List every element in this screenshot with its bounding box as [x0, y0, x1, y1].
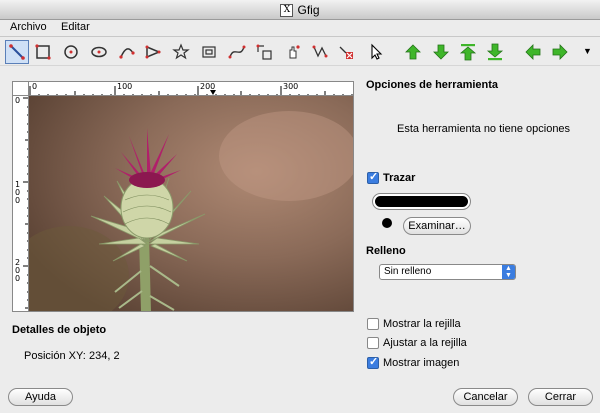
rectangle-icon: [35, 44, 51, 60]
thistle-image: [29, 96, 353, 311]
bezier-icon: [228, 45, 246, 59]
help-button[interactable]: Ayuda: [8, 388, 73, 406]
fill-select[interactable]: Sin relleno ▲ ▼: [379, 264, 516, 280]
raise-to-top-icon: [459, 44, 477, 61]
move-point-tool-button[interactable]: [281, 40, 305, 64]
rectangle-tool-button[interactable]: [31, 40, 55, 64]
select-arrows-icon: ▲ ▼: [502, 265, 515, 279]
stroke-label: Trazar: [383, 172, 416, 184]
ellipse-tool-button[interactable]: [87, 40, 111, 64]
copy-object-icon: [312, 45, 328, 58]
move-object-icon: [256, 44, 272, 60]
bezier-tool-button[interactable]: [225, 40, 249, 64]
x-icon: X: [280, 3, 294, 17]
lower-to-bottom-button[interactable]: [483, 40, 507, 64]
line-icon: [9, 44, 25, 60]
close-button[interactable]: Cerrar: [528, 388, 593, 406]
fill-title: Relleno: [366, 245, 406, 257]
fill-select-value: Sin relleno: [384, 266, 432, 277]
next-icon: [552, 44, 568, 60]
snap-grid-label: Ajustar a la rejilla: [383, 337, 467, 349]
vertical-ruler: 0 1 0 0 2 0 0: [12, 96, 29, 312]
polygon-tool-button[interactable]: [141, 40, 165, 64]
ellipse-icon: [91, 46, 107, 58]
arc-tool-button[interactable]: [115, 40, 139, 64]
show-grid-label: Mostrar la rejilla: [383, 318, 461, 330]
previous-button[interactable]: [521, 40, 545, 64]
star-icon: [172, 43, 190, 60]
spiral-tool-button[interactable]: [197, 40, 221, 64]
stroke-color-fill: [375, 196, 468, 207]
position-value: 234, 2: [89, 350, 120, 362]
lower-button[interactable]: [429, 40, 453, 64]
toolbar: ▼: [0, 38, 600, 66]
ruler-label: 0: [15, 96, 21, 105]
menubar: Archivo Editar: [0, 20, 600, 37]
move-object-tool-button[interactable]: [253, 40, 277, 64]
no-options-text: Esta herramienta no tiene opciones: [397, 123, 571, 135]
ruler-label: 0: [32, 82, 38, 91]
line-tool-button[interactable]: [5, 40, 29, 64]
ruler-label: 100: [117, 82, 133, 91]
window-title: Gfig: [297, 3, 320, 17]
brush-radio-icon[interactable]: [382, 218, 392, 228]
select-object-tool-button[interactable]: [364, 40, 388, 64]
show-image-checkbox[interactable]: [367, 355, 379, 369]
show-grid-checkbox[interactable]: [367, 318, 379, 330]
stroke-checkbox[interactable]: [367, 170, 379, 184]
cancel-button[interactable]: Cancelar: [453, 388, 518, 406]
preview-canvas[interactable]: [29, 96, 354, 312]
snap-grid-checkbox[interactable]: [367, 337, 379, 349]
ruler-label: 300: [283, 82, 299, 91]
tool-options-title: Opciones de herramienta: [366, 79, 499, 91]
delete-object-icon: [339, 46, 353, 59]
position-label: Posición XY:: [24, 350, 86, 362]
spiral-icon: [202, 46, 216, 58]
stroke-color-button[interactable]: [372, 193, 471, 210]
lower-icon: [433, 44, 449, 60]
raise-button[interactable]: [401, 40, 425, 64]
menu-archivo[interactable]: Archivo: [10, 21, 47, 33]
circle-tool-button[interactable]: [59, 40, 83, 64]
move-point-icon: [289, 45, 300, 59]
previous-icon: [525, 44, 541, 60]
ruler-label: 2 0 0: [15, 258, 21, 283]
horizontal-ruler: 0 100 200 300: [29, 81, 354, 96]
lower-to-bottom-icon: [486, 43, 504, 61]
polygon-icon: [145, 45, 161, 59]
overflow-arrow-icon[interactable]: ▼: [583, 46, 592, 56]
raise-icon: [405, 44, 421, 60]
window-titlebar: X Gfig: [0, 0, 600, 20]
object-details-title: Detalles de objeto: [12, 324, 107, 336]
arc-icon: [119, 48, 135, 59]
next-button[interactable]: [548, 40, 572, 64]
ruler-label: 1 0 0: [15, 180, 21, 205]
star-tool-button[interactable]: [169, 40, 193, 64]
browse-button[interactable]: Examinar…: [403, 217, 471, 235]
select-object-icon: [371, 43, 383, 60]
circle-icon: [64, 45, 78, 59]
raise-to-top-button[interactable]: [456, 40, 480, 64]
ruler-label: 200: [200, 82, 216, 91]
show-image-label: Mostrar imagen: [383, 357, 460, 369]
copy-object-tool-button[interactable]: [309, 40, 333, 64]
ruler-corner: [12, 81, 29, 96]
menu-editar[interactable]: Editar: [61, 21, 90, 33]
delete-object-tool-button[interactable]: [335, 40, 359, 64]
